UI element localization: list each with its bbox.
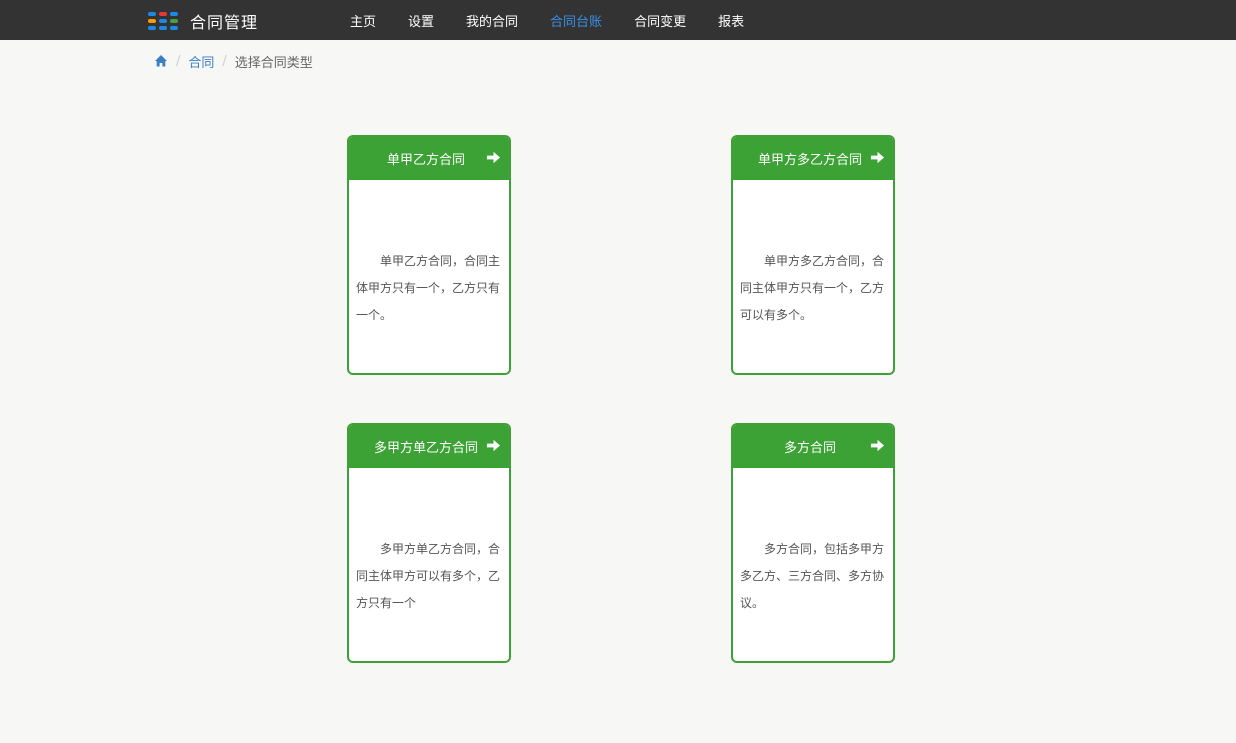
card-title: 单甲乙方合同 xyxy=(386,153,465,168)
card-description: 单甲乙方合同，合同主体甲方只有一个，乙方只有一个。 xyxy=(356,254,501,322)
brand[interactable]: 合同管理 xyxy=(148,10,258,32)
nav-item-my-contracts[interactable]: 我的合同 xyxy=(450,11,534,30)
breadcrumb: / 合同 / 选择合同类型 xyxy=(154,52,313,71)
arrow-right-icon[interactable] xyxy=(870,438,885,453)
breadcrumb-separator: / xyxy=(176,53,181,69)
main-nav: 主页 设置 我的合同 合同台账 合同变更 报表 xyxy=(334,0,760,40)
card-header[interactable]: 单甲方多乙方合同 xyxy=(733,137,893,180)
nav-item-settings[interactable]: 设置 xyxy=(392,11,450,30)
breadcrumb-separator: / xyxy=(222,53,227,69)
home-icon[interactable] xyxy=(154,54,168,68)
card-header[interactable]: 多甲方单乙方合同 xyxy=(349,425,509,468)
contract-type-card-multi-party[interactable]: 多方合同 多方合同，包括多甲方多乙方、三方合同、多方协议。 xyxy=(731,423,895,663)
breadcrumb-link-contracts[interactable]: 合同 xyxy=(188,52,214,71)
app-logo-icon xyxy=(148,12,178,30)
card-title: 单甲方多乙方合同 xyxy=(757,153,862,168)
top-navbar: 合同管理 主页 设置 我的合同 合同台账 合同变更 报表 xyxy=(0,0,1236,40)
card-header[interactable]: 单甲乙方合同 xyxy=(349,137,509,180)
contract-type-card-multi-single[interactable]: 多甲方单乙方合同 多甲方单乙方合同，合同主体甲方可以有多个，乙方只有一个 xyxy=(347,423,511,663)
card-description: 单甲方多乙方合同，合同主体甲方只有一个，乙方可以有多个。 xyxy=(740,254,885,322)
card-title: 多甲方单乙方合同 xyxy=(373,441,478,456)
breadcrumb-current: 选择合同类型 xyxy=(234,55,313,71)
arrow-right-icon[interactable] xyxy=(870,150,885,165)
nav-item-reports[interactable]: 报表 xyxy=(702,11,760,30)
contract-type-card-single-single[interactable]: 单甲乙方合同 单甲乙方合同，合同主体甲方只有一个，乙方只有一个。 xyxy=(347,135,511,375)
contract-type-card-single-multi[interactable]: 单甲方多乙方合同 单甲方多乙方合同，合同主体甲方只有一个，乙方可以有多个。 xyxy=(731,135,895,375)
nav-item-home[interactable]: 主页 xyxy=(334,11,392,30)
nav-item-contract-changes[interactable]: 合同变更 xyxy=(618,11,702,30)
nav-item-contract-ledger[interactable]: 合同台账 xyxy=(534,11,618,30)
arrow-right-icon[interactable] xyxy=(486,150,501,165)
card-title: 多方合同 xyxy=(783,441,836,456)
card-description: 多方合同，包括多甲方多乙方、三方合同、多方协议。 xyxy=(740,542,885,610)
card-header[interactable]: 多方合同 xyxy=(733,425,893,468)
card-description: 多甲方单乙方合同，合同主体甲方可以有多个，乙方只有一个 xyxy=(356,542,501,610)
arrow-right-icon[interactable] xyxy=(486,438,501,453)
app-title: 合同管理 xyxy=(190,13,259,32)
